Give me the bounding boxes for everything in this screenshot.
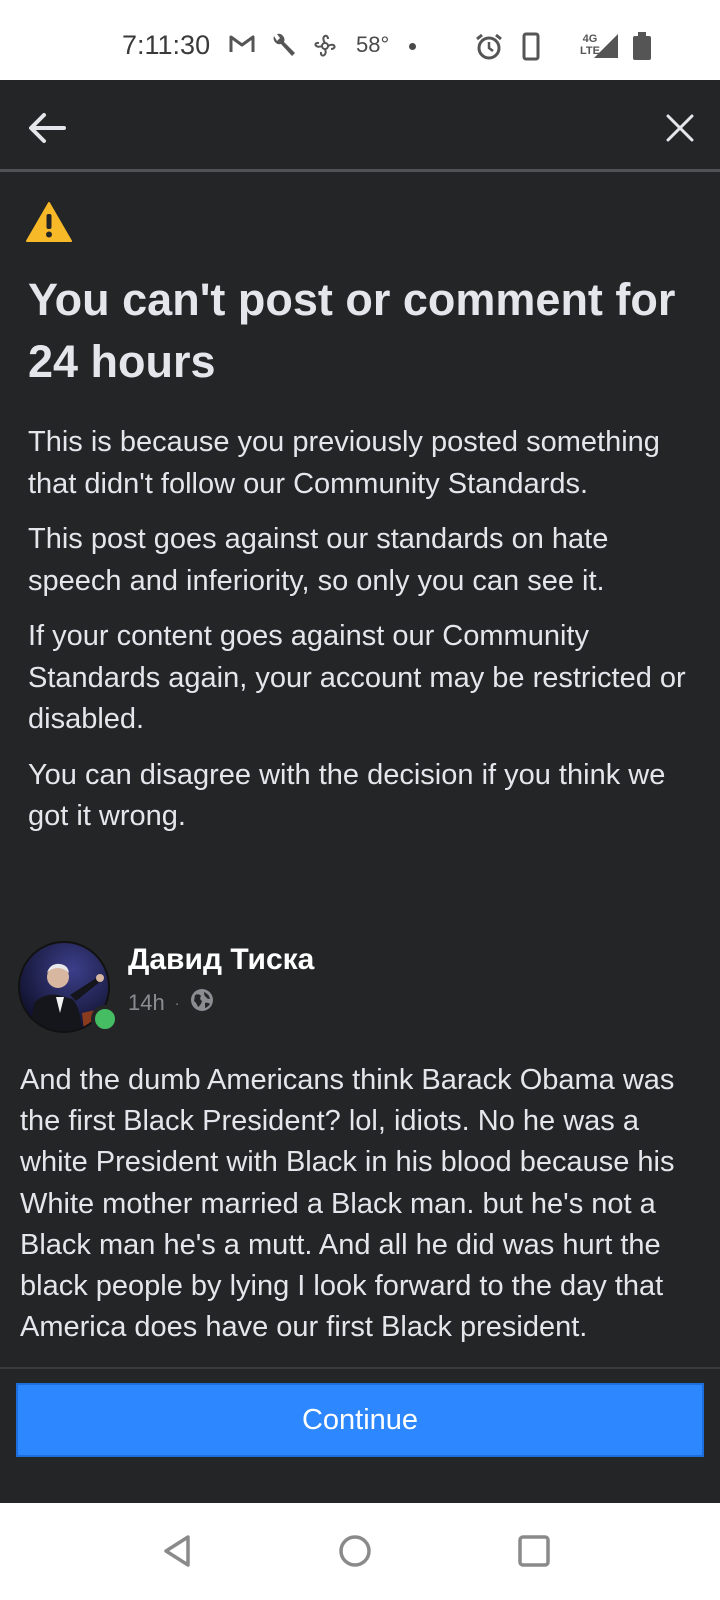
dialog-content: You can't post or comment for 24 hours T…: [0, 175, 720, 1470]
post-header: Давид Тиска 14h ·: [18, 941, 698, 1041]
restriction-dialog: You can't post or comment for 24 hours T…: [0, 80, 720, 1503]
dialog-header: [0, 80, 720, 172]
continue-button[interactable]: Continue: [16, 1383, 704, 1457]
post-time[interactable]: 14h: [128, 990, 165, 1016]
globe-icon: [189, 987, 215, 1019]
wrench-icon: [268, 32, 298, 65]
explanation-paragraph: This is because you previously posted so…: [28, 426, 660, 500]
explanation-paragraph: If your content goes against our Communi…: [28, 620, 686, 735]
status-bar: 7:11:30 58° 4G LTE: [0, 0, 720, 80]
status-time: 7:11:30: [122, 30, 211, 60]
explanation-paragraph: You can disagree with the decision if yo…: [28, 758, 666, 833]
post-meta: 14h ·: [128, 987, 215, 1019]
divider: [0, 1367, 720, 1369]
nav-back-icon[interactable]: [158, 1531, 198, 1571]
status-temperature: 58°: [356, 32, 390, 57]
phone-vibrate-icon: [520, 32, 542, 67]
battery-icon: [632, 32, 652, 67]
warning-icon: [26, 201, 72, 243]
back-arrow-icon[interactable]: [24, 104, 72, 152]
nav-home-icon[interactable]: [335, 1531, 375, 1571]
post-text: And the dumb Americans think Barack Obam…: [20, 1064, 675, 1344]
meta-separator: ·: [174, 995, 180, 1011]
explanation-paragraph: This post goes against our standards on …: [28, 523, 609, 597]
post-author[interactable]: Давид Тиска: [128, 943, 314, 977]
close-icon[interactable]: [658, 106, 702, 150]
online-status-badge: [91, 1005, 119, 1033]
alarm-icon: [474, 32, 504, 67]
gmail-icon: [228, 32, 256, 61]
signal-icon: [592, 32, 620, 65]
fan-icon: [310, 32, 340, 65]
nav-recents-icon[interactable]: [514, 1531, 554, 1571]
system-nav-bar: [0, 1503, 720, 1600]
page-title: You can't post or comment for 24 hours: [28, 274, 676, 387]
status-dot: [409, 43, 416, 50]
explanation: This is because you previously posted so…: [28, 422, 698, 852]
